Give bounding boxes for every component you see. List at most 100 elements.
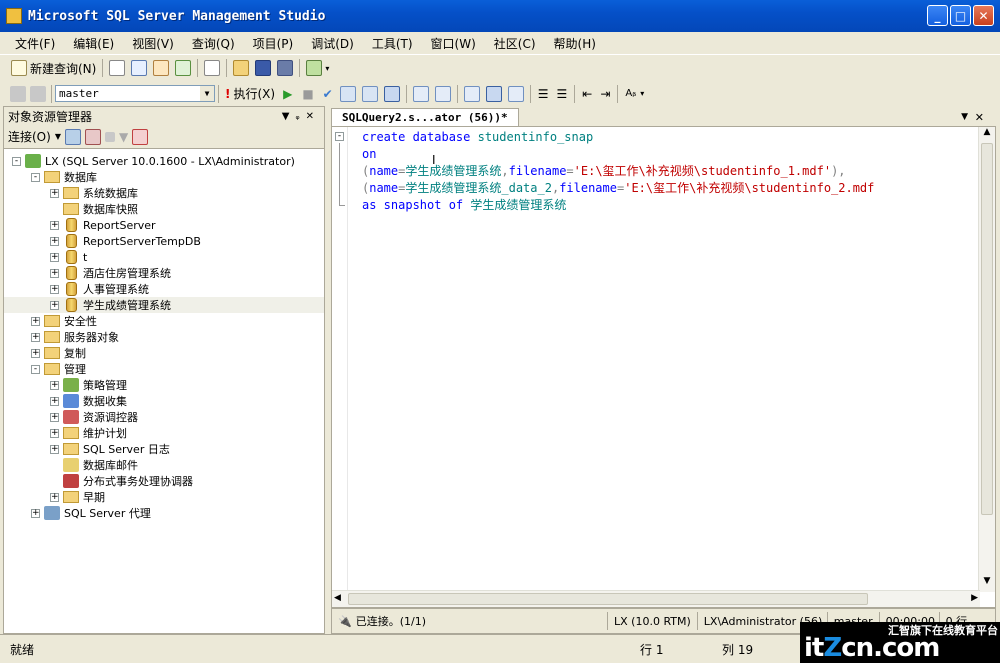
minimize-button[interactable]: _ [927, 5, 948, 26]
results-icon[interactable] [383, 85, 400, 102]
menu-edit[interactable]: 编辑(E) [64, 35, 123, 52]
tab-list-icon[interactable]: ▼ [961, 112, 968, 122]
tree-node[interactable]: + 服务器对象 [4, 329, 324, 345]
scroll-up-icon[interactable]: ▲ [981, 127, 993, 143]
connect-object-icon[interactable] [64, 128, 81, 145]
tree-node[interactable]: + 酒店住房管理系统 [4, 265, 324, 281]
scroll-thumb[interactable] [981, 143, 993, 515]
change-connection-icon[interactable] [30, 85, 46, 102]
query-designer-icon[interactable] [361, 85, 378, 102]
scroll-down-icon[interactable]: ▼ [981, 576, 993, 592]
expand-icon[interactable]: + [50, 188, 59, 198]
expand-icon[interactable]: + [50, 492, 59, 502]
menu-window[interactable]: 窗口(W) [422, 35, 485, 52]
code-line[interactable]: (name=学生成绩管理系统,filename='E:\玺工作\补充视频\stu… [362, 163, 874, 180]
results-text-icon[interactable] [463, 85, 480, 102]
tree-node[interactable]: + 安全性 [4, 313, 324, 329]
collapse-icon[interactable]: - [335, 132, 344, 141]
expand-icon[interactable]: + [50, 236, 59, 246]
horizontal-scrollbar[interactable]: ◀ ▶ [332, 590, 980, 607]
tree-node[interactable]: + SQL Server 日志 [4, 441, 324, 457]
tree-node[interactable]: - 管理 [4, 361, 324, 377]
tree-node[interactable]: + 早期 [4, 489, 324, 505]
menu-query[interactable]: 查询(Q) [183, 35, 244, 52]
expand-icon[interactable]: + [31, 348, 40, 358]
client-stats-icon[interactable] [434, 85, 451, 102]
tab-sqlquery2[interactable]: SQLQuery2.s...ator (56))* [331, 108, 519, 126]
specify-values-icon[interactable]: Aᵦ [625, 88, 636, 99]
collapse-icon[interactable]: - [31, 364, 40, 374]
expand-icon[interactable]: + [50, 444, 59, 454]
code-line[interactable]: on [362, 146, 874, 163]
open-file-icon[interactable] [233, 60, 250, 76]
tree-node[interactable]: + 学生成绩管理系统 [4, 297, 324, 313]
comment-icon[interactable]: ☰ [538, 87, 549, 101]
decrease-indent-icon[interactable]: ⇤ [582, 87, 592, 101]
expand-icon[interactable]: + [31, 508, 40, 518]
panel-controls[interactable]: ▼ᵩ✕ [282, 111, 320, 122]
save-all-icon[interactable] [277, 60, 294, 76]
collapse-icon[interactable]: - [12, 156, 21, 166]
expand-icon[interactable]: + [31, 316, 40, 326]
expand-icon[interactable]: + [50, 284, 59, 294]
vertical-scrollbar[interactable]: ▲ ▼ [978, 127, 995, 592]
tree-node[interactable]: + 维护计划 [4, 425, 324, 441]
new-query-button[interactable]: 新建查询(N) [8, 57, 99, 79]
tree-node[interactable]: - 数据库 [4, 169, 324, 185]
tree-node[interactable]: + ReportServerTempDB [4, 233, 324, 249]
connect-dropdown[interactable]: 连接(O) [8, 128, 51, 145]
increase-indent-icon[interactable]: ⇥ [600, 87, 610, 101]
stop-icon[interactable] [104, 131, 115, 142]
results-file-icon[interactable] [507, 85, 524, 102]
scroll-right-icon[interactable]: ▶ [971, 593, 978, 603]
tree-node[interactable]: + SQL Server 代理 [4, 505, 324, 521]
xmla-query-icon[interactable] [175, 60, 192, 76]
close-tab-icon[interactable]: ✕ [975, 111, 984, 124]
hscroll-thumb[interactable] [348, 593, 868, 605]
save-icon[interactable] [255, 60, 272, 76]
tree-node[interactable]: + 资源调控器 [4, 409, 324, 425]
connect-icon[interactable] [10, 85, 26, 102]
new-file-icon[interactable] [109, 60, 126, 76]
menu-project[interactable]: 项目(P) [244, 35, 303, 52]
code-line[interactable]: create database studentinfo_snap [362, 129, 874, 146]
code-line[interactable]: (name=学生成绩管理系统_data_2,filename='E:\玺工作\补… [362, 180, 874, 197]
filter-icon[interactable]: ▼ [119, 130, 128, 144]
tree-node[interactable]: 数据库快照 [4, 201, 324, 217]
tree-node[interactable]: - LX (SQL Server 10.0.1600 - LX\Administr… [4, 153, 324, 169]
dmx-query-icon[interactable] [153, 60, 170, 76]
expand-icon[interactable]: + [50, 220, 59, 230]
maximize-button[interactable]: □ [950, 5, 971, 26]
toolbar-overflow-icon[interactable]: ▾ [325, 64, 329, 73]
expand-icon[interactable]: + [50, 412, 59, 422]
tree-node[interactable]: + t [4, 249, 324, 265]
query-editor[interactable]: - create database studentinfo_snap on (nam… [331, 126, 996, 608]
mdx-query-icon[interactable] [131, 60, 148, 76]
expand-icon[interactable]: + [50, 396, 59, 406]
toolbar-overflow-icon[interactable]: ▾ [640, 89, 644, 98]
disconnect-icon[interactable] [84, 128, 101, 145]
menu-debug[interactable]: 调试(D) [302, 35, 363, 52]
tree-node[interactable]: + 策略管理 [4, 377, 324, 393]
database-selector[interactable]: master ▼ [55, 85, 215, 102]
close-button[interactable]: ✕ [973, 5, 994, 26]
menu-help[interactable]: 帮助(H) [545, 35, 605, 52]
sql-code[interactable]: create database studentinfo_snap on (name=… [362, 129, 874, 214]
include-plan-icon[interactable] [412, 85, 429, 102]
expand-icon[interactable]: + [31, 332, 40, 342]
expand-icon[interactable]: + [50, 268, 59, 278]
display-plan-icon[interactable] [339, 85, 356, 102]
expand-icon[interactable]: + [50, 252, 59, 262]
debug-icon[interactable]: ▶ [283, 87, 292, 101]
menu-file[interactable]: 文件(F) [6, 35, 64, 52]
tree-node[interactable]: + 系统数据库 [4, 185, 324, 201]
tree-node[interactable]: + 人事管理系统 [4, 281, 324, 297]
expand-icon[interactable]: + [50, 300, 59, 310]
parse-icon[interactable]: ✔ [323, 87, 333, 101]
scroll-left-icon[interactable]: ◀ [334, 593, 341, 603]
results-grid-icon[interactable] [485, 85, 502, 102]
chevron-down-icon[interactable]: ▼ [55, 132, 61, 141]
tree-node[interactable]: + 数据收集 [4, 393, 324, 409]
tree-node[interactable]: + ReportServer [4, 217, 324, 233]
expand-icon[interactable]: + [50, 380, 59, 390]
